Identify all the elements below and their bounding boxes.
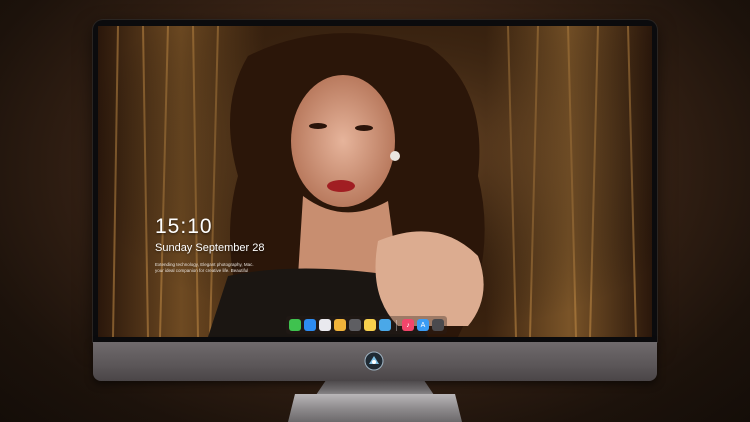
- photos-icon[interactable]: [334, 319, 346, 331]
- clapper-icon[interactable]: [349, 319, 361, 331]
- music-icon[interactable]: ♪: [402, 319, 414, 331]
- lock-note-line-2: your ideal companion for creative life. …: [155, 268, 249, 273]
- dock-separator: [396, 319, 397, 331]
- stand-neck: [316, 381, 434, 395]
- stand-base: [288, 394, 462, 422]
- notes-icon[interactable]: [364, 319, 376, 331]
- monitor-chin: [93, 342, 657, 381]
- brand-logo-icon: [364, 351, 384, 371]
- safari-icon[interactable]: [319, 319, 331, 331]
- lock-date: Sunday September 28: [155, 242, 265, 254]
- appstore-icon[interactable]: A: [417, 319, 429, 331]
- screen: 15:10 Sunday September 28 Extending tech…: [98, 26, 652, 337]
- lock-time: 15:10: [155, 215, 213, 238]
- monitor: 15:10 Sunday September 28 Extending tech…: [93, 20, 657, 381]
- finder-icon[interactable]: [304, 319, 316, 331]
- preview-icon[interactable]: [379, 319, 391, 331]
- monitor-bezel: 15:10 Sunday September 28 Extending tech…: [93, 20, 657, 342]
- lock-note: Extending technology, Elegant photograph…: [155, 262, 275, 274]
- messages-icon[interactable]: [289, 319, 301, 331]
- screenshot-icon[interactable]: [432, 319, 444, 331]
- dock: ♪ A: [286, 316, 447, 334]
- wallpaper-image: [98, 26, 652, 337]
